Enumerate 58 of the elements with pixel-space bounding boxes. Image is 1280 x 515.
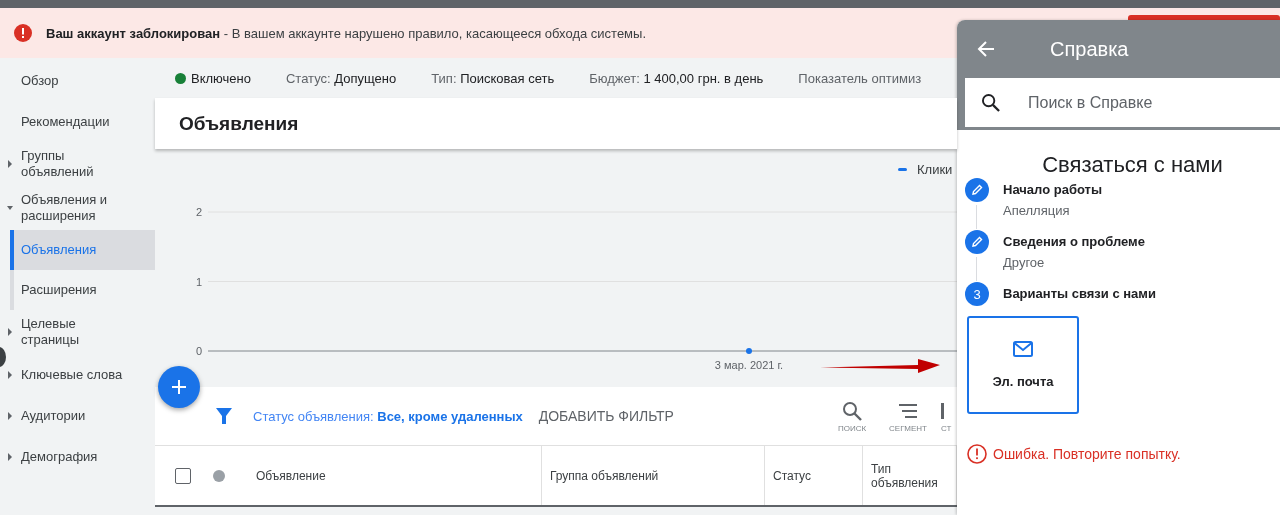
search-field[interactable]: Поиск в Справке xyxy=(965,78,1280,127)
step-number: 3 xyxy=(965,282,989,306)
error-icon xyxy=(14,24,32,42)
step-title: Варианты связи с нами xyxy=(1003,285,1156,303)
pencil-icon xyxy=(965,178,989,202)
envelope-icon xyxy=(1012,340,1034,358)
toolbar-button[interactable]: СЕГМЕНТ xyxy=(885,399,931,433)
nav-item[interactable]: Объявления и расширения xyxy=(7,186,155,230)
data-point xyxy=(746,348,752,354)
nav-item[interactable]: Демография xyxy=(7,436,155,477)
add-button[interactable] xyxy=(158,366,200,408)
back-button[interactable] xyxy=(977,40,995,58)
status-dot-icon xyxy=(213,469,225,482)
search-icon xyxy=(841,399,863,422)
step-title: Начало работы xyxy=(1003,181,1102,199)
status-text: Включено xyxy=(191,70,251,86)
column-header[interactable]: Тип объявления xyxy=(871,461,956,490)
search-field[interactable]: Поиск в Справке xyxy=(1028,90,1228,115)
add-filter-button[interactable]: ДОБАВИТЬ ФИЛЬТР xyxy=(538,404,674,428)
funnel-icon[interactable] xyxy=(215,407,233,425)
nav-item[interactable]: Обзор xyxy=(7,60,155,101)
column-header[interactable]: Объявление xyxy=(256,468,326,483)
toolbar-button[interactable]: ПОИСК xyxy=(829,399,875,433)
plus-icon xyxy=(172,380,186,394)
search-icon xyxy=(982,93,1000,112)
step-title: Сведения о проблеме xyxy=(1003,233,1145,251)
error-message: Ошибка. Повторите попытку. xyxy=(993,446,1181,462)
column-header[interactable]: Группа объявлений xyxy=(550,468,659,483)
status-field: Показатель оптимиз xyxy=(798,70,922,86)
axis-label: 3 мар. 2021 г. xyxy=(714,359,784,371)
axis-tick-label: 0 xyxy=(195,345,202,357)
error-icon xyxy=(967,444,987,464)
step-value: Другое xyxy=(1003,254,1046,272)
column-header[interactable]: Статус xyxy=(773,468,811,483)
nav-item[interactable]: Расширения xyxy=(14,270,155,310)
nav-item[interactable]: Группы объявлений xyxy=(7,142,155,186)
nav-item[interactable]: Аудитории xyxy=(7,395,155,436)
alert-message: Ваш аккаунт заблокирован - В вашем аккаунте нарушено правило, касающееся обхода системы. xyxy=(46,25,646,41)
section-heading: Связаться с нами xyxy=(1042,152,1223,178)
axis-tick-label: 2 xyxy=(195,206,202,218)
status-field: Бюджет: 1 400,00 грн. в день xyxy=(589,70,764,86)
pencil-icon xyxy=(965,230,989,254)
select-all-checkbox[interactable] xyxy=(175,467,191,484)
panel-title: Справка xyxy=(1050,37,1129,61)
toolbar-button[interactable]: СТ xyxy=(941,399,957,433)
back-arrow-icon xyxy=(977,40,995,58)
legend-label: Клики xyxy=(917,162,953,177)
nav-item[interactable]: Рекомендации xyxy=(7,101,155,142)
status-field: Статус: Допущено xyxy=(285,70,397,86)
axis-tick-label: 1 xyxy=(195,275,202,288)
status-field: Тип: Поисковая сеть xyxy=(431,70,555,86)
email-option[interactable]: Эл. почта xyxy=(967,316,1079,414)
filter-link[interactable]: Статус объявления: Все, кроме удаленных xyxy=(253,408,523,424)
nav-item[interactable]: Ключевые слова xyxy=(7,354,155,395)
nav-item[interactable]: Целевые страницы xyxy=(7,310,155,354)
page-title: Объявления xyxy=(179,112,299,135)
step-value: Апелляция xyxy=(1003,202,1071,220)
legend-swatch xyxy=(898,168,907,171)
